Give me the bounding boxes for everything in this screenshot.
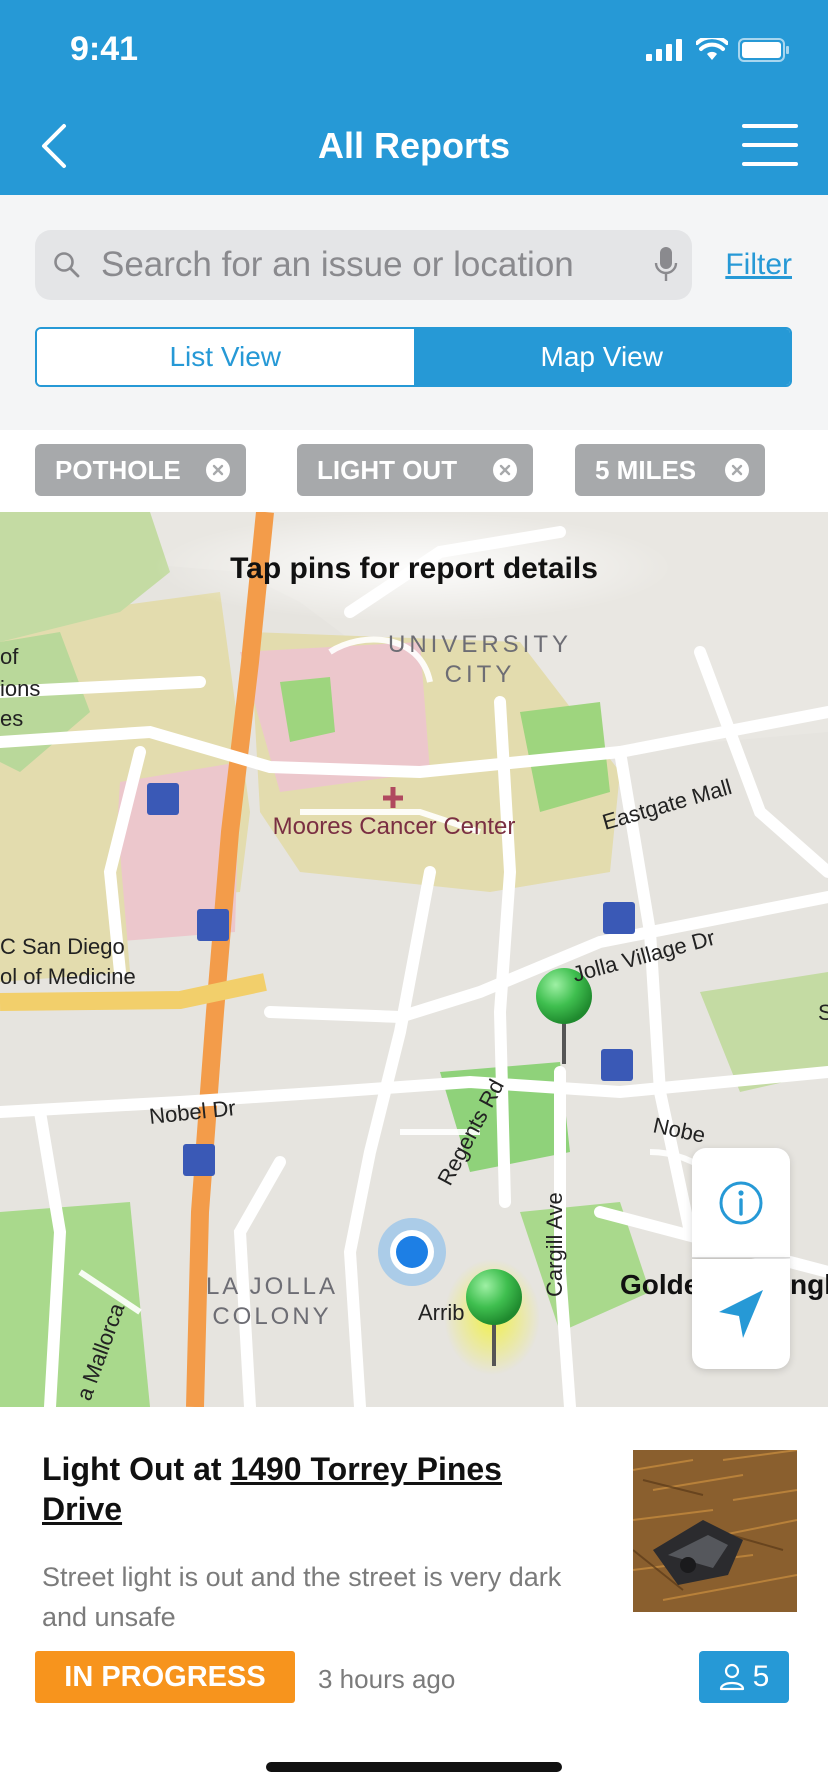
hamburger-icon-line xyxy=(742,124,798,128)
menu-button[interactable] xyxy=(742,124,798,166)
search-icon xyxy=(54,252,80,278)
map-label-university: UNIVERSITY xyxy=(388,631,572,658)
report-photo[interactable] xyxy=(633,1450,797,1612)
map-label-ions: ions xyxy=(0,676,40,701)
filter-chip-light-out[interactable]: LIGHT OUT xyxy=(297,444,533,496)
cellular-signal-icon xyxy=(646,39,682,61)
page-title: All Reports xyxy=(317,125,511,166)
filter-link[interactable]: Filter xyxy=(725,248,792,282)
map-label-cancer-center: Moores Cancer Center xyxy=(273,813,516,840)
search-input[interactable] xyxy=(101,238,621,292)
chip-label: 5 MILES xyxy=(595,454,697,485)
followers-count: 5 xyxy=(752,1660,770,1693)
close-icon xyxy=(499,464,511,476)
map-label-cargill: Cargill Ave xyxy=(542,1192,567,1297)
status-badge: IN PROGRESS xyxy=(35,1651,295,1703)
map-label-la-jolla: LA JOLLA xyxy=(206,1273,338,1300)
wifi-icon xyxy=(696,38,728,60)
report-time: 3 hours ago xyxy=(318,1664,456,1694)
map-label-golden-right: ngl xyxy=(790,1269,828,1300)
map-label-medicine: ol of Medicine xyxy=(0,964,136,989)
user-icon xyxy=(719,1663,744,1691)
report-title[interactable]: Light Out at 1490 Torrey Pines Drive xyxy=(42,1449,562,1529)
hamburger-icon-line xyxy=(742,143,798,147)
remove-chip-button[interactable] xyxy=(493,458,517,482)
chip-label: POTHOLE xyxy=(55,454,181,485)
app-header: 9:41 All Reports xyxy=(0,0,828,195)
map-view-tab[interactable]: Map View xyxy=(413,329,790,385)
search-section: Filter List View Map View xyxy=(0,195,828,430)
view-toggle: List View Map View xyxy=(35,327,792,387)
chip-label: LIGHT OUT xyxy=(317,454,458,485)
report-photo-image xyxy=(633,1450,797,1612)
report-title-prefix: Light Out at xyxy=(42,1451,231,1487)
report-description: Street light is out and the street is ve… xyxy=(42,1562,562,1632)
hamburger-icon-line xyxy=(742,162,798,166)
filter-chip-5-miles[interactable]: 5 MILES xyxy=(575,444,765,496)
map-label-golden-left: Golde xyxy=(620,1269,699,1300)
report-card[interactable]: Light Out at 1490 Torrey Pines Drive Str… xyxy=(0,1407,828,1792)
followers-button[interactable]: 5 xyxy=(699,1651,789,1703)
map-label-uc-sd: C San Diego xyxy=(0,934,125,959)
location-arrow-icon xyxy=(719,1290,763,1338)
map-hint-text: Tap pins for report details xyxy=(230,552,598,585)
remove-chip-button[interactable] xyxy=(206,458,230,482)
home-indicator xyxy=(266,1762,562,1772)
map-label-colony: COLONY xyxy=(212,1303,331,1330)
map-label-es: es xyxy=(0,706,23,731)
battery-icon xyxy=(738,38,789,62)
status-time: 9:41 xyxy=(70,30,139,68)
status-icons xyxy=(646,38,790,62)
close-icon xyxy=(731,464,743,476)
map-info-button[interactable] xyxy=(692,1148,790,1258)
remove-chip-button[interactable] xyxy=(725,458,749,482)
microphone-icon[interactable] xyxy=(654,246,678,284)
filter-chips: POTHOLE LIGHT OUT 5 MILES xyxy=(0,430,828,512)
map-label-city: CITY xyxy=(445,661,516,688)
current-location-button[interactable] xyxy=(692,1259,790,1369)
map-label-arriba: Arrib xyxy=(418,1300,464,1325)
map-view[interactable]: UNIVERSITY CITY LA JOLLA COLONY Moores C… xyxy=(0,512,828,1407)
list-view-tab[interactable]: List View xyxy=(37,329,414,385)
close-icon xyxy=(212,464,224,476)
map-label-edge-s: S xyxy=(818,1000,828,1025)
search-box[interactable] xyxy=(35,230,692,300)
info-icon xyxy=(719,1181,763,1224)
filter-chip-pothole[interactable]: POTHOLE xyxy=(35,444,246,496)
map-label-of: of xyxy=(0,644,19,669)
